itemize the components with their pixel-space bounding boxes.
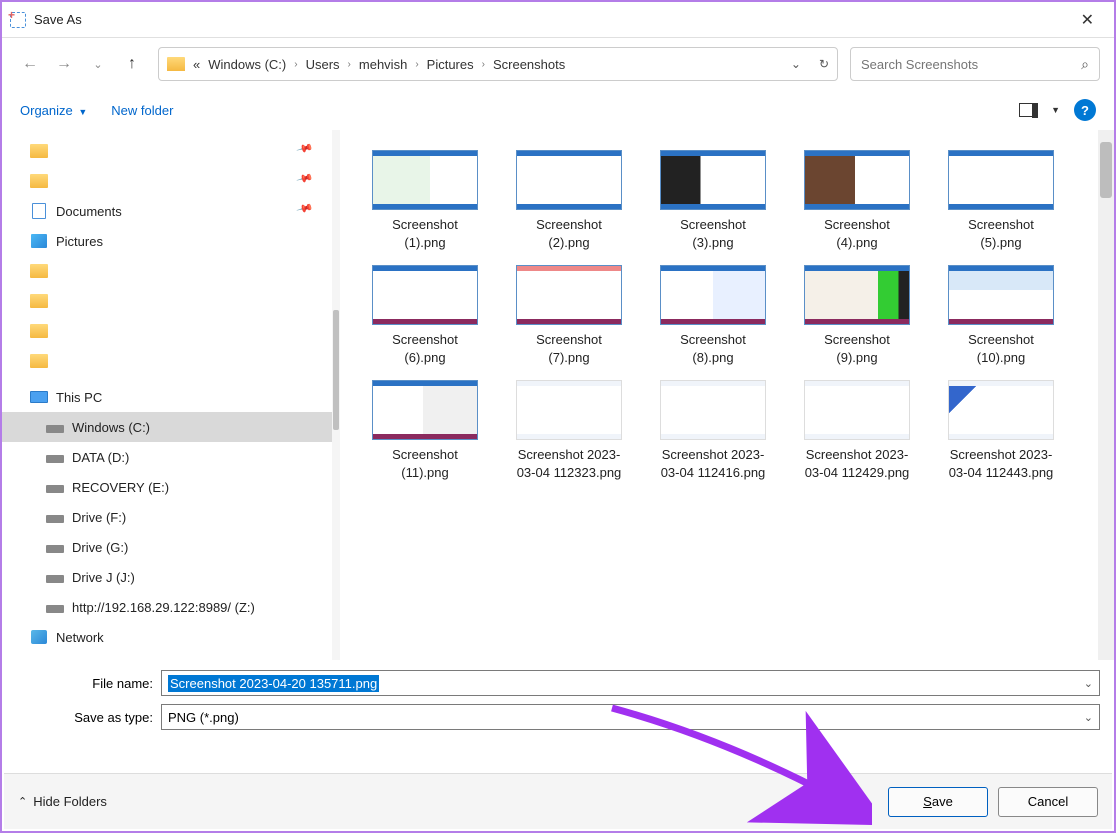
- file-item[interactable]: Screenshot (10).png: [946, 265, 1056, 366]
- back-button[interactable]: ←: [16, 50, 44, 78]
- view-options-icon[interactable]: [1019, 103, 1037, 117]
- file-item[interactable]: Screenshot (2).png: [514, 150, 624, 251]
- app-icon: [10, 12, 26, 28]
- file-item[interactable]: Screenshot (6).png: [370, 265, 480, 366]
- filename-label: File name:: [16, 676, 161, 691]
- document-icon: [32, 203, 46, 219]
- file-item[interactable]: Screenshot (5).png: [946, 150, 1056, 251]
- file-item[interactable]: Screenshot (1).png: [370, 150, 480, 251]
- network-icon: [31, 630, 47, 644]
- breadcrumb-item[interactable]: Users: [304, 55, 342, 74]
- file-item[interactable]: Screenshot 2023-03-04 112443.png: [946, 380, 1056, 481]
- chevron-right-icon: ›: [346, 59, 353, 70]
- file-item[interactable]: Screenshot (3).png: [658, 150, 768, 251]
- breadcrumb-item[interactable]: Pictures: [425, 55, 476, 74]
- chevron-down-icon[interactable]: ⌄: [1084, 677, 1093, 690]
- window-title: Save As: [34, 12, 82, 27]
- breadcrumb-item[interactable]: Windows (C:): [206, 55, 288, 74]
- tree-item-network[interactable]: Network: [2, 622, 332, 652]
- drive-icon: [46, 605, 64, 613]
- close-icon[interactable]: ✕: [1069, 6, 1106, 34]
- save-button[interactable]: Save: [888, 787, 988, 817]
- recent-dropdown[interactable]: ⌄: [84, 50, 112, 78]
- drive-icon: [46, 485, 64, 493]
- search-icon[interactable]: ⌕: [1081, 56, 1089, 73]
- address-dropdown-icon[interactable]: ⌄: [791, 57, 801, 71]
- tree-item-drive-c[interactable]: Windows (C:): [2, 412, 332, 442]
- hide-folders-toggle[interactable]: ⌃ Hide Folders: [18, 794, 107, 809]
- chevron-right-icon: ›: [413, 59, 420, 70]
- file-item[interactable]: Screenshot 2023-03-04 112323.png: [514, 380, 624, 481]
- organize-menu[interactable]: Organize ▼: [20, 103, 87, 118]
- splitter[interactable]: [332, 130, 340, 660]
- tree-item-blank[interactable]: [2, 286, 332, 316]
- forward-button[interactable]: →: [50, 50, 78, 78]
- new-folder-button[interactable]: New folder: [111, 103, 173, 118]
- search-input[interactable]: ⌕: [850, 47, 1100, 81]
- chevron-right-icon: ›: [292, 59, 299, 70]
- tree-item-drive-j[interactable]: Drive J (J:): [2, 562, 332, 592]
- drive-icon: [46, 545, 64, 553]
- tree-item-drive-z[interactable]: http://192.168.29.122:8989/ (Z:): [2, 592, 332, 622]
- tree-item-blank[interactable]: [2, 166, 332, 196]
- file-item[interactable]: Screenshot (11).png: [370, 380, 480, 481]
- tree-item-pictures[interactable]: Pictures: [2, 226, 332, 256]
- navigation-tree: 📌 📌 📌 Documents Pictures This PC Windows…: [2, 130, 332, 660]
- file-item[interactable]: Screenshot 2023-03-04 112416.png: [658, 380, 768, 481]
- drive-icon: [46, 425, 64, 433]
- filename-input[interactable]: Screenshot 2023-04-20 135711.png ⌄: [161, 670, 1100, 696]
- file-item[interactable]: Screenshot (8).png: [658, 265, 768, 366]
- tree-item-blank[interactable]: [2, 316, 332, 346]
- tree-item-drive-f[interactable]: Drive (F:): [2, 502, 332, 532]
- tree-item-blank[interactable]: [2, 256, 332, 286]
- chevron-down-icon[interactable]: ⌄: [1084, 711, 1093, 724]
- save-type-label: Save as type:: [16, 710, 161, 725]
- drive-icon: [46, 575, 64, 583]
- folder-icon: [167, 57, 185, 71]
- file-item[interactable]: Screenshot 2023-03-04 112429.png: [802, 380, 912, 481]
- breadcrumb-item[interactable]: mehvish: [357, 55, 409, 74]
- tree-item-drive-e[interactable]: RECOVERY (E:): [2, 472, 332, 502]
- save-type-select[interactable]: PNG (*.png) ⌄: [161, 704, 1100, 730]
- tree-item-this-pc[interactable]: This PC: [2, 382, 332, 412]
- chevron-down-icon: ▼: [78, 107, 87, 117]
- tree-item-drive-g[interactable]: Drive (G:): [2, 532, 332, 562]
- monitor-icon: [30, 391, 48, 403]
- file-item[interactable]: Screenshot (7).png: [514, 265, 624, 366]
- tree-item-blank[interactable]: [2, 346, 332, 376]
- drive-icon: [46, 455, 64, 463]
- pictures-icon: [31, 234, 47, 248]
- breadcrumb-item[interactable]: Screenshots: [491, 55, 567, 74]
- scrollbar[interactable]: [1098, 130, 1114, 660]
- chevron-down-icon[interactable]: ▼: [1051, 105, 1060, 115]
- tree-item-documents[interactable]: Documents: [2, 196, 332, 226]
- refresh-icon[interactable]: ↻: [819, 57, 829, 71]
- help-icon[interactable]: ?: [1074, 99, 1096, 121]
- chevron-up-icon: ⌃: [18, 795, 27, 808]
- drive-icon: [46, 515, 64, 523]
- cancel-button[interactable]: Cancel: [998, 787, 1098, 817]
- tree-item-drive-d[interactable]: DATA (D:): [2, 442, 332, 472]
- file-item[interactable]: Screenshot (4).png: [802, 150, 912, 251]
- up-button[interactable]: ↑: [118, 50, 146, 78]
- chevron-right-icon: ›: [480, 59, 487, 70]
- file-item[interactable]: Screenshot (9).png: [802, 265, 912, 366]
- tree-item-blank[interactable]: [2, 136, 332, 166]
- file-grid: Screenshot (1).png Screenshot (2).png Sc…: [340, 130, 1114, 660]
- address-bar[interactable]: « Windows (C:)› Users› mehvish› Pictures…: [158, 47, 838, 81]
- breadcrumb: « Windows (C:)› Users› mehvish› Pictures…: [191, 55, 567, 74]
